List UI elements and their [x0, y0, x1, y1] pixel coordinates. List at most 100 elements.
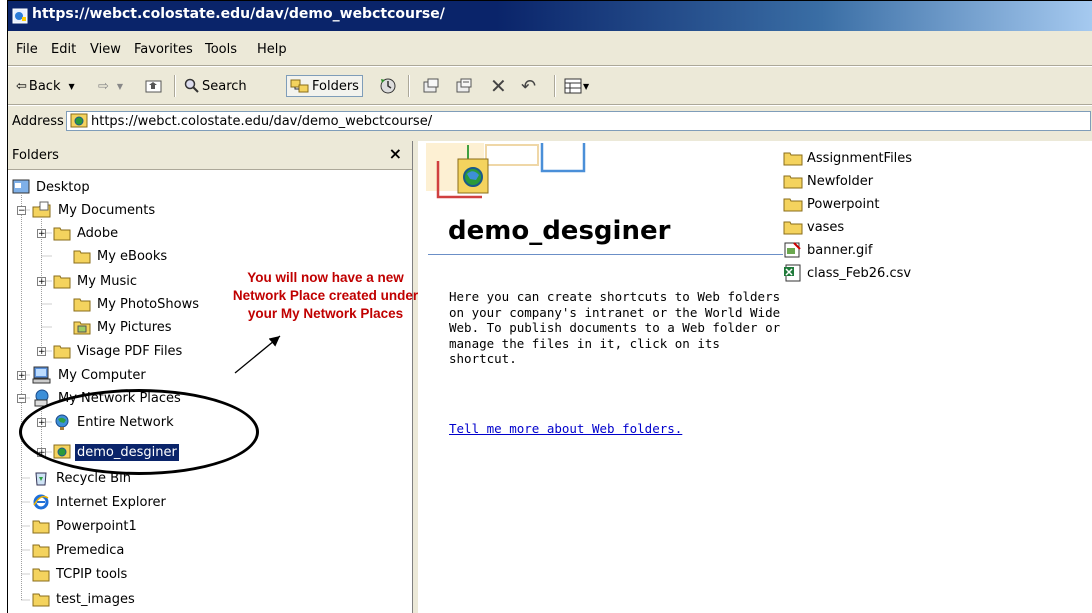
- tree-item-my-ebooks[interactable]: My eBooks: [73, 245, 169, 267]
- tree-label: My Music: [77, 273, 138, 289]
- tree-label: My PhotoShows: [97, 296, 199, 312]
- delete-button[interactable]: ✕: [490, 74, 507, 98]
- move-to-icon: [423, 78, 439, 93]
- folder-title: demo_desginer: [448, 216, 671, 246]
- file-item-powerpoint[interactable]: Powerpoint: [783, 193, 879, 215]
- file-item-class-feb26-csv[interactable]: class_Feb26.csv: [783, 262, 911, 284]
- history-button[interactable]: [379, 75, 397, 97]
- tree-label: My Network Places: [58, 390, 181, 406]
- tree-item-entire-network[interactable]: Entire Network: [53, 411, 176, 433]
- window-title: https://webct.colostate.edu/dav/demo_web…: [32, 6, 445, 22]
- folder-icon: [783, 221, 803, 235]
- folders-pane-header: Folders ×: [8, 141, 412, 170]
- file-item-banner-gif[interactable]: banner.gif: [783, 239, 872, 261]
- tree-label: Adobe: [77, 225, 119, 241]
- tutorial-annotation: You will now have a new Network Place cr…: [208, 269, 443, 323]
- tree-item-internet-explorer[interactable]: Internet Explorer: [32, 491, 168, 513]
- folders-icon: [290, 79, 309, 93]
- tree-label: test_images: [56, 591, 135, 607]
- collapse-icon[interactable]: −: [17, 394, 26, 404]
- move-to-button[interactable]: [422, 75, 440, 97]
- toolbar: ⇦ Back ▼ ⇨ ▼ Search Folders ✕ ↶ ▼: [8, 71, 1092, 101]
- tree-item-demo-desginer[interactable]: demo_desginer: [53, 441, 179, 463]
- folder-icon: [32, 544, 50, 558]
- expand-icon[interactable]: +: [37, 229, 46, 239]
- web-folder-icon: [53, 444, 71, 459]
- file-item-assignmentfiles[interactable]: AssignmentFiles: [783, 147, 912, 169]
- folders-button[interactable]: Folders: [286, 75, 363, 97]
- menu-file[interactable]: File: [16, 42, 38, 57]
- expand-icon[interactable]: +: [37, 277, 46, 287]
- menu-view[interactable]: View: [90, 42, 121, 57]
- tree-item-my-computer[interactable]: My Computer: [32, 364, 148, 386]
- tree-item-desktop[interactable]: Desktop: [12, 176, 92, 198]
- file-item-newfolder[interactable]: Newfolder: [783, 170, 873, 192]
- web-folders-description: Here you can create shortcuts to Web fol…: [449, 289, 781, 366]
- annotation-line: your My Network Places: [247, 306, 404, 321]
- file-label: Newfolder: [807, 173, 874, 189]
- back-label: Back: [28, 78, 61, 94]
- toolbar-separator: [408, 75, 410, 97]
- address-input[interactable]: https://webct.colostate.edu/dav/demo_web…: [66, 111, 1091, 131]
- forward-arrow-icon: ⇨: [98, 78, 109, 94]
- dropdown-arrow-icon: ▼: [116, 81, 124, 91]
- tree-item-adobe[interactable]: Adobe: [53, 222, 120, 244]
- title-underline: [428, 254, 783, 255]
- tree-item-premedica[interactable]: Premedica: [32, 539, 126, 561]
- folders-label: Folders: [312, 78, 359, 94]
- up-folder-icon: [145, 80, 162, 93]
- tree-label: Recycle Bin: [56, 470, 131, 486]
- title-bar[interactable]: https://webct.colostate.edu/dav/demo_web…: [8, 1, 1092, 31]
- search-button[interactable]: Search: [184, 75, 247, 97]
- expand-icon[interactable]: +: [37, 418, 46, 428]
- tree-item-visage-pdf-files[interactable]: Visage PDF Files: [53, 340, 184, 362]
- views-button[interactable]: ▼: [564, 75, 589, 97]
- tree-label: demo_desginer: [75, 443, 179, 461]
- menu-tools[interactable]: Tools: [205, 42, 237, 57]
- tree-item-my-pictures[interactable]: My Pictures: [73, 316, 174, 338]
- menu-favorites[interactable]: Favorites: [134, 42, 193, 57]
- menu-help[interactable]: Help: [257, 42, 287, 57]
- network-places-icon: [34, 389, 49, 407]
- back-button[interactable]: ⇦ Back ▼: [16, 75, 75, 97]
- divider: [8, 104, 1092, 106]
- tree-item-powerpoint1[interactable]: Powerpoint1: [32, 515, 139, 537]
- folder-icon: [53, 227, 71, 241]
- tree-item-my-network-places[interactable]: My Network Places: [32, 387, 183, 409]
- menu-edit[interactable]: Edit: [51, 42, 76, 57]
- folder-icon: [73, 298, 91, 312]
- tree-item-test-images[interactable]: test_images: [32, 588, 137, 610]
- folder-icon: [32, 568, 50, 582]
- expand-icon[interactable]: +: [17, 371, 26, 381]
- computer-icon: [32, 366, 51, 384]
- expand-icon[interactable]: +: [37, 448, 46, 458]
- undo-button[interactable]: ↶: [521, 75, 536, 97]
- tree-item-recycle-bin[interactable]: Recycle Bin: [32, 467, 133, 489]
- folders-pane: Folders × Desktop − My Documents + Adobe…: [8, 141, 413, 613]
- web-folders-help-link[interactable]: Tell me more about Web folders.: [449, 421, 682, 436]
- close-icon[interactable]: ×: [389, 144, 402, 163]
- up-folder-button[interactable]: [145, 75, 163, 97]
- tree-item-my-music[interactable]: My Music: [53, 270, 139, 292]
- folder-icon: [53, 345, 71, 359]
- ie-page-icon: [12, 8, 28, 24]
- file-label: AssignmentFiles: [807, 150, 913, 166]
- tree-item-my-documents[interactable]: My Documents: [32, 199, 157, 221]
- globe-icon: [55, 414, 69, 430]
- explorer-window: https://webct.colostate.edu/dav/demo_web…: [7, 0, 1092, 613]
- collapse-icon[interactable]: −: [17, 206, 26, 216]
- back-arrow-icon: ⇦: [16, 78, 27, 94]
- folder-icon: [53, 275, 71, 289]
- toolbar-separator: [554, 75, 556, 97]
- tree-item-my-photoshows[interactable]: My PhotoShows: [73, 293, 201, 315]
- copy-to-button[interactable]: [455, 75, 473, 97]
- folder-icon: [32, 520, 50, 534]
- forward-button[interactable]: ⇨ ▼: [98, 75, 123, 97]
- file-label: Powerpoint: [807, 196, 880, 212]
- expand-icon[interactable]: +: [37, 347, 46, 357]
- annotation-line: Network Place created under: [232, 288, 419, 303]
- copy-to-icon: [456, 78, 472, 93]
- file-item-vases[interactable]: vases: [783, 216, 844, 238]
- folder-content-pane: demo_desginer Here you can create shortc…: [418, 141, 1092, 613]
- tree-item-tcpip-tools[interactable]: TCPIP tools: [32, 563, 129, 585]
